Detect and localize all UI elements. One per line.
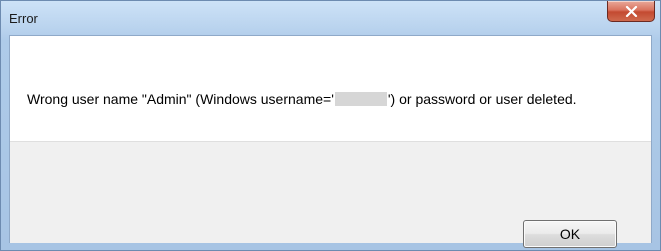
title-bar[interactable]: Error: [1, 1, 660, 35]
error-message-end: ') or password or user deleted.: [387, 91, 577, 107]
message-area: Wrong user name "Admin" (Windows usernam…: [10, 36, 651, 141]
error-message: Wrong user name "Admin" (Windows usernam…: [27, 91, 627, 108]
dialog-content: Wrong user name "Admin" (Windows usernam…: [9, 35, 652, 248]
close-icon: [625, 6, 638, 17]
window-title: Error: [9, 11, 38, 26]
close-button[interactable]: [607, 1, 655, 22]
error-dialog-window: Error Wrong user name "Admin" (Windows u…: [0, 0, 661, 251]
redacted-username: [334, 92, 387, 106]
error-message-start: Wrong user name "Admin" (Windows usernam…: [27, 91, 334, 107]
ok-button[interactable]: OK: [523, 220, 617, 248]
button-footer: OK: [10, 141, 651, 248]
